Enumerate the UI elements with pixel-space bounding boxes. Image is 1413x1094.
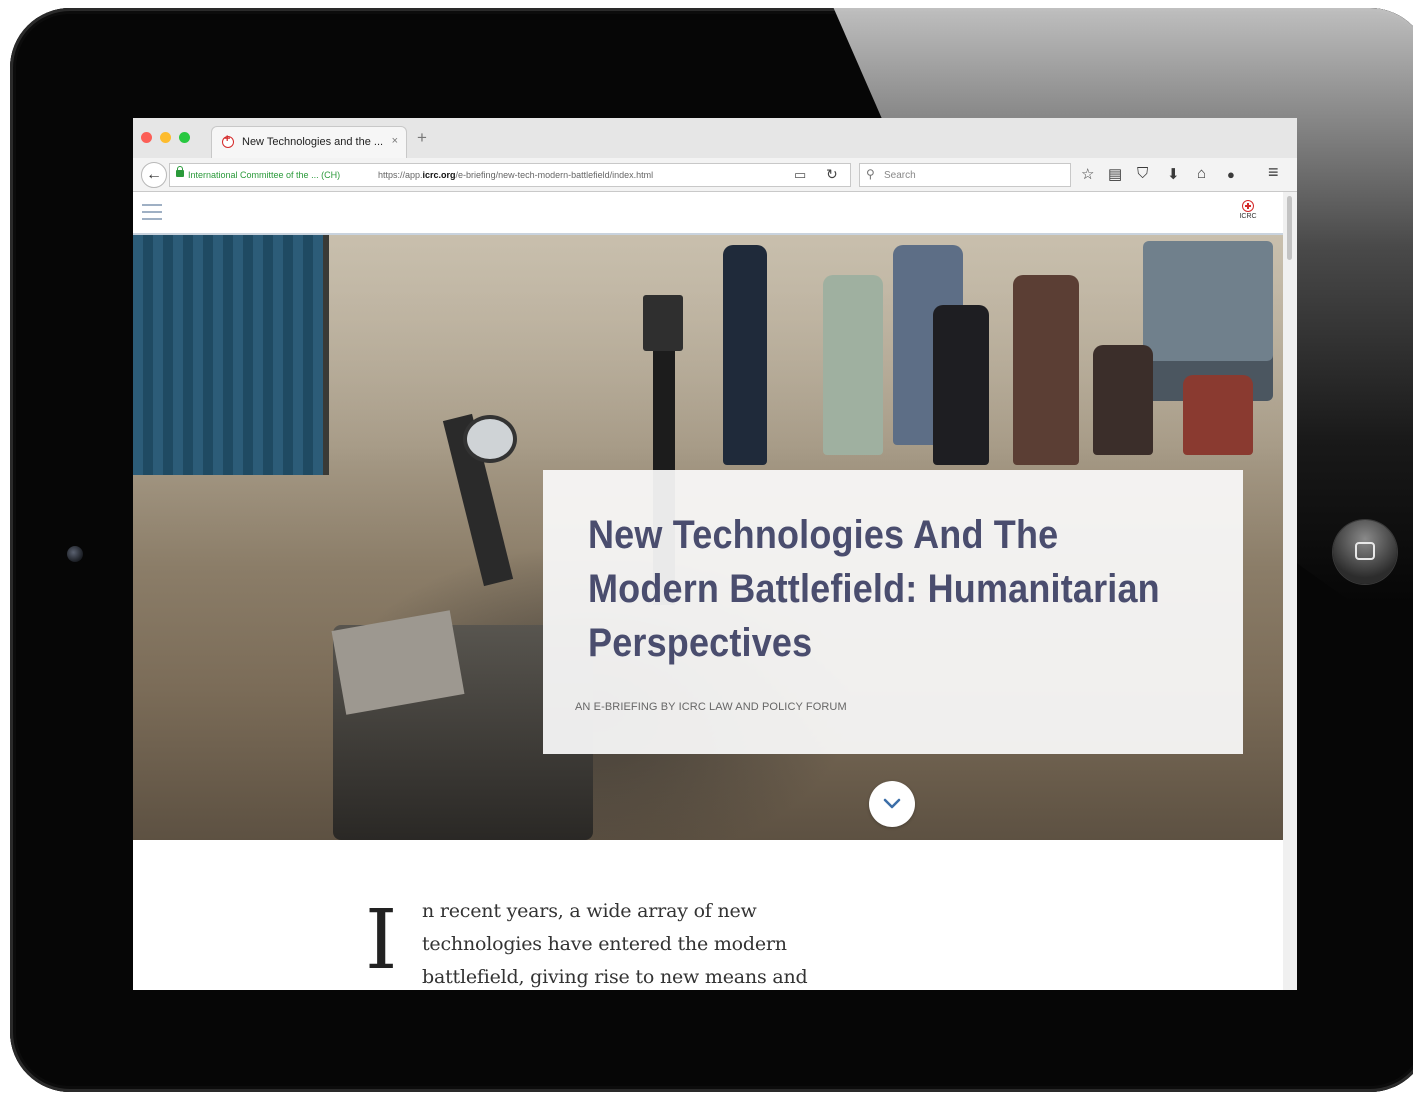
- search-input[interactable]: ⚲ Search: [859, 163, 1071, 187]
- navigation-bar: ← International Committee of the ... (CH…: [133, 158, 1297, 192]
- robot-camera-lens: [463, 415, 517, 463]
- scroll-down-button[interactable]: [869, 781, 915, 827]
- site-identity: International Committee of the ... (CH): [188, 170, 341, 180]
- title-card: New Technologies And The Modern Battlefi…: [543, 470, 1243, 754]
- minimize-window-button[interactable]: [160, 132, 171, 143]
- article-line: battlefield, giving rise to new means an…: [422, 966, 808, 988]
- search-placeholder: Search: [884, 170, 916, 181]
- site-header: ICRC: [133, 192, 1283, 235]
- icrc-favicon-icon: [222, 133, 234, 148]
- blue-door: [133, 235, 329, 475]
- back-button[interactable]: ←: [141, 162, 167, 188]
- child-figure: [1183, 375, 1253, 455]
- scrollbar-thumb[interactable]: [1287, 196, 1292, 260]
- child-figure: [933, 305, 989, 465]
- url-text: https://app.icrc.org/e-briefing/new-tech…: [378, 170, 654, 180]
- child-figure: [823, 275, 883, 455]
- robot-camera-box: [643, 295, 683, 351]
- new-tab-button[interactable]: +: [417, 128, 427, 148]
- close-window-button[interactable]: [141, 132, 152, 143]
- star-icon[interactable]: ☆: [1081, 165, 1094, 183]
- article-line: technologies have entered the modern: [422, 933, 787, 955]
- article-body: I n recent years, a wide array of new te…: [133, 840, 1283, 990]
- pocket-icon[interactable]: ⛉: [1137, 165, 1148, 182]
- tab-bar: New Technologies and the ... × +: [133, 118, 1297, 158]
- logo-text: ICRC: [1239, 213, 1257, 220]
- library-icon[interactable]: ▤: [1108, 165, 1122, 183]
- home-button-icon: [1355, 542, 1375, 560]
- reload-icon[interactable]: ↻: [826, 166, 838, 183]
- page-title: New Technologies And The Modern Battlefi…: [588, 513, 1160, 665]
- page-subtitle: AN E-BRIEFING BY ICRC LAW AND POLICY FOR…: [575, 701, 847, 713]
- child-figure: [1013, 275, 1079, 465]
- tab-close-icon[interactable]: ×: [392, 135, 398, 147]
- address-bar[interactable]: International Committee of the ... (CH) …: [169, 163, 851, 187]
- icrc-logo[interactable]: ICRC: [1233, 200, 1263, 220]
- home-icon[interactable]: ⌂: [1197, 165, 1206, 182]
- zoom-window-button[interactable]: [179, 132, 190, 143]
- browser-window: New Technologies and the ... × + ← Inter…: [133, 118, 1297, 990]
- chevron-down-icon: [883, 798, 901, 809]
- home-button[interactable]: [1333, 520, 1397, 584]
- hero-image: New Technologies And The Modern Battlefi…: [133, 235, 1283, 840]
- drop-cap: I: [365, 893, 398, 988]
- tab-title: New Technologies and the ...: [242, 136, 384, 148]
- lock-icon: [176, 166, 184, 177]
- tab-active[interactable]: New Technologies and the ... ×: [211, 126, 407, 158]
- chat-icon[interactable]: ●: [1227, 167, 1235, 182]
- download-icon[interactable]: ⬇: [1167, 165, 1180, 183]
- red-cross-icon: [1242, 200, 1254, 212]
- menu-icon[interactable]: ≡: [1268, 162, 1279, 183]
- hamburger-menu-icon[interactable]: [142, 204, 162, 220]
- article-line: n recent years, a wide array of new: [422, 900, 757, 922]
- page-scrollbar[interactable]: [1283, 192, 1297, 990]
- search-icon: ⚲: [866, 167, 875, 181]
- front-camera: [67, 546, 83, 562]
- child-figure: [1093, 345, 1153, 455]
- reader-view-icon[interactable]: ▭: [794, 167, 806, 183]
- child-figure: [723, 245, 767, 465]
